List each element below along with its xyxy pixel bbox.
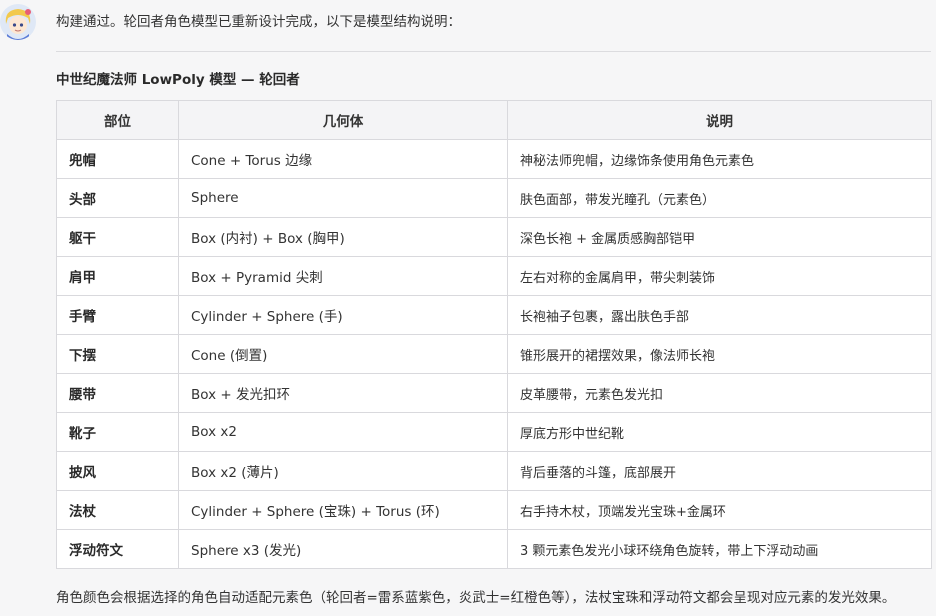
- model-heading: 中世纪魔法师 LowPoly 模型 — 轮回者: [56, 72, 300, 88]
- table-row: 下摆 Cone (倒置) 锥形展开的裙摆效果，像法师长袍: [56, 334, 932, 374]
- row-part: 手臂: [56, 295, 179, 335]
- row-part: 腰带: [56, 373, 179, 413]
- table-header-row: 部位 几何体 说明: [56, 100, 932, 140]
- assistant-avatar: [0, 4, 36, 40]
- model-structure-table: 部位 几何体 说明 兜帽 Cone + Torus 边缘 神秘法师兜帽，边缘饰条…: [56, 100, 932, 569]
- row-geometry: Cone (倒置): [178, 334, 508, 374]
- table-row: 法杖 Cylinder + Sphere (宝珠) + Torus (环) 右手…: [56, 490, 932, 530]
- row-part: 下摆: [56, 334, 179, 374]
- row-part: 头部: [56, 178, 179, 218]
- row-part: 兜帽: [56, 139, 179, 179]
- row-geometry: Box x2: [178, 412, 508, 452]
- row-geometry: Cone + Torus 边缘: [178, 139, 508, 179]
- table-row: 手臂 Cylinder + Sphere (手) 长袍袖子包裹，露出肤色手部: [56, 295, 932, 335]
- row-geometry: Box + 发光扣环: [178, 373, 508, 413]
- row-description: 皮革腰带，元素色发光扣: [507, 373, 932, 413]
- table-row: 披风 Box x2 (薄片) 背后垂落的斗篷，底部展开: [56, 451, 932, 491]
- row-part: 浮动符文: [56, 529, 179, 569]
- row-description: 神秘法师兜帽，边缘饰条使用角色元素色: [507, 139, 932, 179]
- row-part: 肩甲: [56, 256, 179, 296]
- header-description: 说明: [507, 100, 932, 140]
- row-part: 躯干: [56, 217, 179, 257]
- row-description: 厚底方形中世纪靴: [507, 412, 932, 452]
- row-description: 3 颗元素色发光小球环绕角色旋转，带上下浮动动画: [507, 529, 932, 569]
- row-geometry: Cylinder + Sphere (手): [178, 295, 508, 335]
- intro-text: 构建通过。轮回者角色模型已重新设计完成，以下是模型结构说明：: [56, 14, 461, 30]
- row-part: 法杖: [56, 490, 179, 530]
- row-geometry: Box (内衬) + Box (胸甲): [178, 217, 508, 257]
- row-description: 背后垂落的斗篷，底部展开: [507, 451, 932, 491]
- header-part: 部位: [56, 100, 179, 140]
- table-row: 肩甲 Box + Pyramid 尖刺 左右对称的金属肩甲，带尖刺装饰: [56, 256, 932, 296]
- table-row: 躯干 Box (内衬) + Box (胸甲) 深色长袍 + 金属质感胸部铠甲: [56, 217, 932, 257]
- row-description: 右手持木杖，顶端发光宝珠+金属环: [507, 490, 932, 530]
- row-description: 左右对称的金属肩甲，带尖刺装饰: [507, 256, 932, 296]
- row-geometry: Sphere: [178, 178, 508, 218]
- row-geometry: Box x2 (薄片): [178, 451, 508, 491]
- table-row: 头部 Sphere 肤色面部，带发光瞳孔（元素色）: [56, 178, 932, 218]
- divider: [56, 51, 931, 52]
- row-description: 深色长袍 + 金属质感胸部铠甲: [507, 217, 932, 257]
- table-row: 浮动符文 Sphere x3 (发光) 3 颗元素色发光小球环绕角色旋转，带上下…: [56, 529, 932, 569]
- row-description: 肤色面部，带发光瞳孔（元素色）: [507, 178, 932, 218]
- header-geometry: 几何体: [178, 100, 508, 140]
- table-row: 腰带 Box + 发光扣环 皮革腰带，元素色发光扣: [56, 373, 932, 413]
- row-geometry: Cylinder + Sphere (宝珠) + Torus (环): [178, 490, 508, 530]
- row-geometry: Sphere x3 (发光): [178, 529, 508, 569]
- row-description: 长袍袖子包裹，露出肤色手部: [507, 295, 932, 335]
- assistant-avatar-icon: [0, 4, 36, 40]
- row-part: 披风: [56, 451, 179, 491]
- table-row: 靴子 Box x2 厚底方形中世纪靴: [56, 412, 932, 452]
- row-geometry: Box + Pyramid 尖刺: [178, 256, 508, 296]
- row-part: 靴子: [56, 412, 179, 452]
- footnote-text: 角色颜色会根据选择的角色自动适配元素色（轮回者=雷系蓝紫色，炎武士=红橙色等），…: [56, 590, 896, 606]
- row-description: 锥形展开的裙摆效果，像法师长袍: [507, 334, 932, 374]
- table-row: 兜帽 Cone + Torus 边缘 神秘法师兜帽，边缘饰条使用角色元素色: [56, 139, 932, 179]
